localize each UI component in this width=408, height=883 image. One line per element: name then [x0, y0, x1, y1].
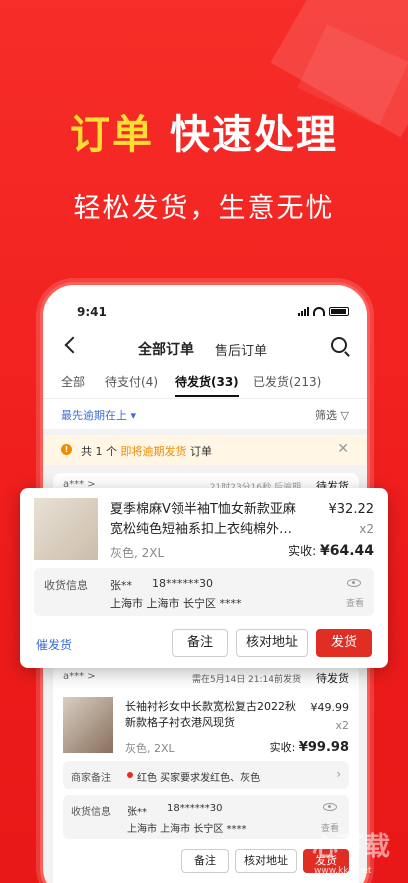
- note-button[interactable]: 备注: [172, 629, 228, 657]
- product-image[interactable]: [34, 498, 98, 560]
- recipient-address: 上海市 上海市 长宁区 ****: [127, 824, 247, 835]
- merchant-note-label: 商家备注: [71, 773, 111, 784]
- notice-link[interactable]: 即将逾期发货: [121, 445, 187, 458]
- recipient-name: 张**: [110, 579, 132, 592]
- product-name[interactable]: 长袖衬衫女中长款宽松复古2022秋新款格子衬衣港风现货: [125, 699, 301, 731]
- order-status: 待发货: [316, 672, 349, 685]
- close-icon[interactable]: ✕: [337, 441, 349, 457]
- merchant-note-box[interactable]: 商家备注 红色 买家要求发红色、灰色 ›: [63, 761, 349, 789]
- red-dot-icon: [127, 772, 133, 778]
- tab-pending-payment[interactable]: 待支付(4): [105, 373, 158, 390]
- nav-bar: 全部订单 售后订单: [43, 327, 367, 367]
- search-icon[interactable]: [331, 337, 347, 353]
- product-price: ¥32.22: [328, 502, 375, 517]
- sort-dropdown[interactable]: 最先逾期在上 ▾: [61, 407, 136, 423]
- headline: 订单 快速处理: [0, 102, 408, 160]
- order-detail-popup: 夏季棉麻V领半袖T恤女新款亚麻宽松纯色短袖系扣上衣纯棉外… ¥32.22 x2 …: [20, 488, 388, 668]
- signal-icon: [298, 307, 309, 316]
- recipient-name: 张**: [127, 807, 147, 818]
- shipping-info-box: 收货信息 张** 18******30 上海市 上海市 长宁区 **** 查看: [63, 795, 349, 839]
- overdue-notice: ! 共 1 个 即将逾期发货 订单 ✕: [43, 435, 367, 465]
- watermark-logo: 心下载: [312, 832, 391, 862]
- product-image[interactable]: [63, 697, 113, 753]
- product-qty: x2: [359, 522, 374, 536]
- product-price: ¥49.99: [310, 701, 350, 714]
- product-qty: x2: [335, 719, 349, 732]
- battery-icon: [329, 307, 349, 316]
- tab-shipped[interactable]: 已发货(213): [253, 373, 321, 390]
- recipient-phone: 18******30: [167, 803, 223, 814]
- shipping-info-box: 收货信息 张** 18******30 上海市 上海市 长宁区 **** 查看: [34, 568, 374, 616]
- tab-pending-shipment[interactable]: 待发货(33): [175, 373, 239, 397]
- check-address-button[interactable]: 核对地址: [236, 629, 308, 657]
- eye-icon[interactable]: [347, 579, 361, 587]
- product-name[interactable]: 夏季棉麻V领半袖T恤女新款亚麻宽松纯色短袖系扣上衣纯棉外…: [110, 500, 308, 540]
- filter-bar: 最先逾期在上 ▾ 筛选 ▽: [43, 399, 367, 429]
- status-time: 9:41: [77, 305, 107, 319]
- note-button[interactable]: 备注: [181, 849, 229, 873]
- filter-button[interactable]: 筛选 ▽: [315, 407, 349, 423]
- shipping-info-label: 收货信息: [71, 807, 111, 818]
- tab-aftersale-orders[interactable]: 售后订单: [215, 340, 267, 359]
- watermark-url: www.kkx.net: [314, 866, 372, 876]
- subtitle: 轻松发货，生意无忧: [73, 193, 335, 224]
- chevron-left-icon[interactable]: [64, 336, 82, 354]
- urge-shipment-link[interactable]: 催发货: [36, 636, 72, 653]
- product-sku: 灰色, 2XL: [125, 742, 175, 755]
- status-tabs: 全部 待支付(4) 待发货(33) 已发货(213): [43, 367, 367, 399]
- buyer-name[interactable]: a*** >: [63, 671, 96, 682]
- wifi-icon: [313, 307, 325, 316]
- headline-main: 快速处理: [169, 112, 338, 158]
- paid-amount: 实收: ¥99.98: [269, 740, 349, 755]
- status-bar: 9:41: [43, 285, 367, 327]
- eye-icon[interactable]: [323, 803, 337, 811]
- notice-text: 共 1 个 即将逾期发货 订单: [81, 445, 212, 458]
- headline-highlight: 订单: [70, 112, 155, 158]
- deadline-text: 需在5月14日 21:14前发货: [192, 675, 301, 685]
- merchant-note: 红色 买家要求发红色、灰色: [137, 773, 261, 784]
- app-promo-screen: 订单 快速处理 轻松发货，生意无忧 9:41 全部订单 售后订单 全部 待支付(…: [0, 0, 408, 883]
- chevron-right-icon: ›: [336, 767, 341, 781]
- product-sku: 灰色, 2XL: [110, 546, 165, 560]
- ship-button[interactable]: 发货: [316, 629, 372, 657]
- view-link[interactable]: 查看: [346, 596, 364, 609]
- recipient-phone: 18******30: [152, 577, 213, 590]
- check-address-button[interactable]: 核对地址: [235, 849, 297, 873]
- status-icons: [298, 307, 349, 316]
- warning-icon: !: [61, 444, 72, 455]
- recipient-address: 上海市 上海市 长宁区 ****: [110, 597, 242, 610]
- paid-amount: 实收: ¥64.44: [288, 543, 374, 559]
- shipping-info-label: 收货信息: [44, 579, 88, 592]
- tab-all-orders[interactable]: 全部订单: [138, 339, 194, 359]
- tab-all[interactable]: 全部: [61, 373, 85, 390]
